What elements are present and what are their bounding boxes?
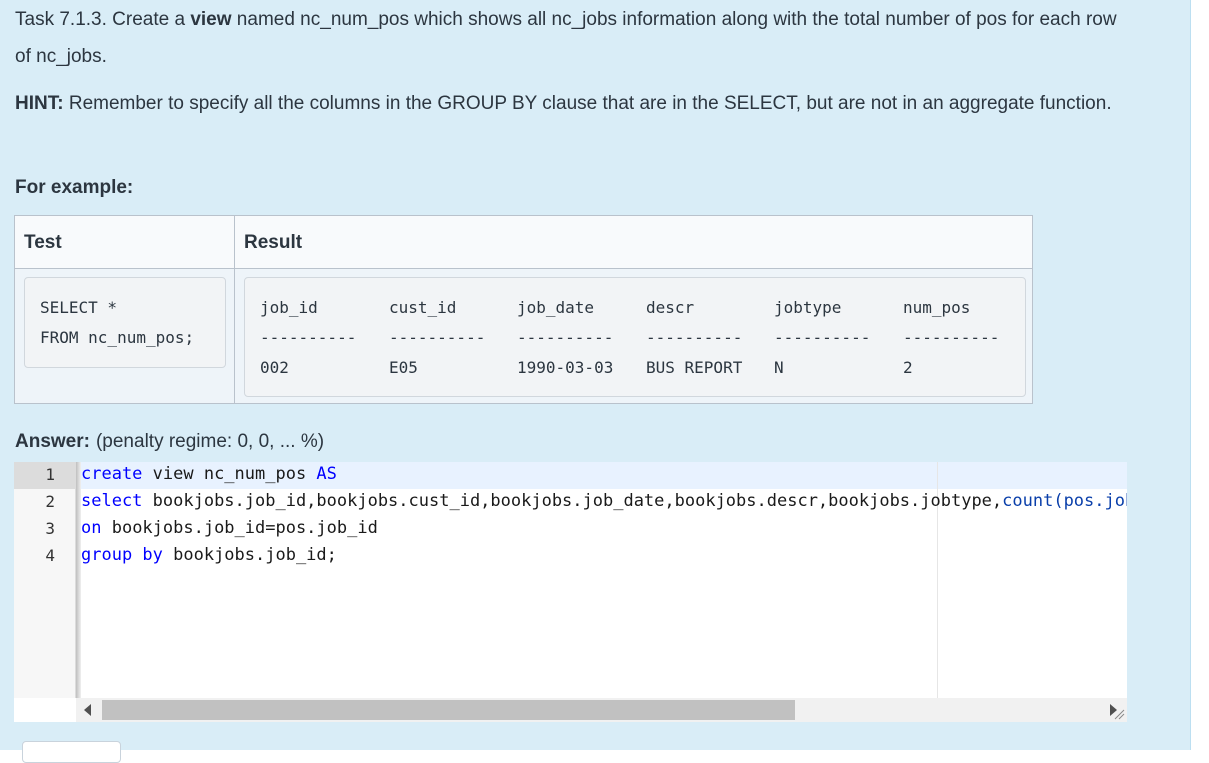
test-code-box: SELECT * FROM nc_num_pos; [24, 277, 226, 368]
line-number: 2 [45, 492, 55, 511]
separator: ---------- [903, 328, 1000, 347]
separator: ---------- [646, 328, 743, 347]
cell-descr: BUS REPORT [646, 358, 743, 377]
task-description: Task 7.1.3. Create a view named nc_num_p… [15, 9, 1117, 67]
penalty-regime: (penalty regime: 0, 0, ... %) [95, 431, 325, 452]
separator: ---------- [517, 328, 614, 347]
test-line-2: FROM nc_num_pos; [40, 328, 195, 347]
line-number: 3 [45, 519, 55, 538]
example-table-header: Test Result [15, 216, 1032, 269]
check-button[interactable] [22, 741, 121, 763]
result-output-box: job_id cust_id job_date descr jobtype nu… [244, 277, 1026, 397]
header-result: Result [244, 232, 303, 253]
col-num-pos: num_pos [903, 298, 971, 317]
code-line-1[interactable]: create view nc_num_pos AS [81, 464, 337, 484]
cell-job-id: 002 [260, 358, 289, 377]
col-job-date: job_date [517, 298, 595, 317]
code-editor[interactable]: 1 2 3 4 create view nc_num_pos AS select… [14, 462, 1127, 722]
code-line-2[interactable]: select bookjobs.job_id,bookjobs.cust_id,… [81, 491, 1127, 511]
separator: ---------- [389, 328, 486, 347]
cell-jobtype: N [774, 358, 784, 377]
separator: ---------- [774, 328, 871, 347]
col-jobtype: jobtype [774, 298, 842, 317]
line-number: 4 [45, 546, 55, 565]
line-number-gutter: 1 2 3 4 [14, 462, 76, 698]
code-line-4[interactable]: group by bookjobs.job_id; [81, 545, 337, 565]
col-descr: descr [646, 298, 695, 317]
cell-job-date: 1990-03-03 [517, 358, 614, 377]
answer-label: Answer: (penalty regime: 0, 0, ... %) [15, 431, 325, 452]
horizontal-scrollbar[interactable] [76, 698, 1127, 722]
col-cust-id: cust_id [389, 298, 457, 317]
column-divider [234, 216, 235, 403]
example-table: Test Result SELECT * FROM nc_num_pos; jo… [14, 215, 1033, 404]
panel-border [1190, 0, 1191, 750]
cell-cust-id: E05 [389, 358, 418, 377]
hint-text: HINT: Remember to specify all the column… [15, 93, 1112, 114]
test-line-1: SELECT * [40, 298, 118, 317]
line-number: 1 [45, 465, 55, 484]
scroll-left-icon[interactable] [84, 704, 91, 716]
scrollbar-thumb[interactable] [102, 700, 795, 720]
separator: ---------- [260, 328, 357, 347]
resize-grip-icon[interactable] [1113, 708, 1125, 720]
header-test: Test [24, 232, 62, 253]
col-job-id: job_id [260, 298, 318, 317]
code-line-3[interactable]: on bookjobs.job_id=pos.job_id [81, 518, 378, 538]
example-label: For example: [15, 177, 134, 198]
cell-num-pos: 2 [903, 358, 913, 377]
